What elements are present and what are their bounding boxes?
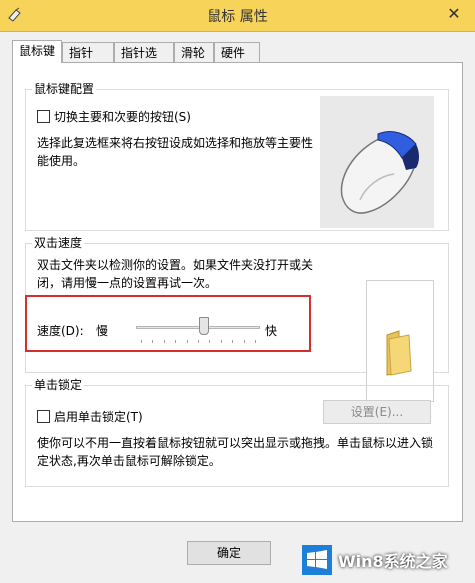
mouse-illustration-icon [340, 131, 419, 214]
click-lock-checkbox[interactable]: 启用单击锁定(T) [37, 408, 143, 425]
test-folder-area[interactable] [366, 280, 434, 402]
double-click-title: 双击速度 [32, 236, 85, 250]
watermark-text: Win8系统之家 [338, 552, 448, 571]
click-lock-box[interactable] [37, 410, 50, 423]
tab-mouse-buttons[interactable]: 鼠标键 [12, 40, 62, 63]
close-button[interactable]: ✕ [439, 2, 469, 26]
tab-hardware[interactable]: 硬件 [214, 42, 260, 62]
button-config-group: 鼠标键配置 切换主要和次要的按钮(S) 选择此复选框来将右按钮设成如选择和拖放等… [25, 82, 449, 231]
close-icon: ✕ [447, 4, 461, 23]
tab-wheel[interactable]: 滑轮 [174, 42, 214, 62]
click-lock-description: 使你可以不用一直按着鼠标按钮就可以突出显示或拖拽。单击鼠标以进入锁定状态,再次单… [37, 436, 434, 468]
tab-panel: 鼠标键配置 切换主要和次要的按钮(S) 选择此复选框来将右按钮设成如选择和拖放等… [12, 62, 463, 522]
button-config-description: 选择此复选框来将右按钮设成如选择和拖放等主要性能使用。 [37, 136, 314, 168]
windows-logo-icon [302, 545, 332, 575]
click-lock-group: 单击锁定 启用单击锁定(T) 设置(E)... 使你可以不用一直按着鼠标按钮就可… [25, 378, 449, 487]
watermark: Win8系统之家 [302, 541, 472, 579]
tab-pointers[interactable]: 指针 [62, 42, 114, 62]
switch-buttons-label: 切换主要和次要的按钮(S) [54, 110, 191, 124]
speed-highlight-box [25, 295, 311, 352]
click-lock-title: 单击锁定 [32, 378, 85, 392]
click-lock-settings-button[interactable]: 设置(E)... [323, 400, 431, 424]
folder-icon [386, 330, 412, 376]
button-config-title: 鼠标键配置 [32, 82, 97, 96]
double-click-description: 双击文件夹以检测你的设置。如果文件夹没打开或关闭，请用慢一点的设置再试一次。 [37, 258, 314, 290]
switch-buttons-box[interactable] [37, 110, 50, 123]
click-lock-label: 启用单击锁定(T) [54, 410, 143, 424]
window-title: 鼠标 属性 [207, 9, 268, 25]
ok-button[interactable]: 确定 [187, 541, 271, 565]
title-bar: 鼠标 属性 ✕ [0, 0, 475, 32]
mouse-illustration [320, 96, 434, 228]
switch-buttons-checkbox[interactable]: 切换主要和次要的按钮(S) [37, 108, 191, 125]
tab-pointer-options[interactable]: 指针选项 [114, 42, 174, 80]
